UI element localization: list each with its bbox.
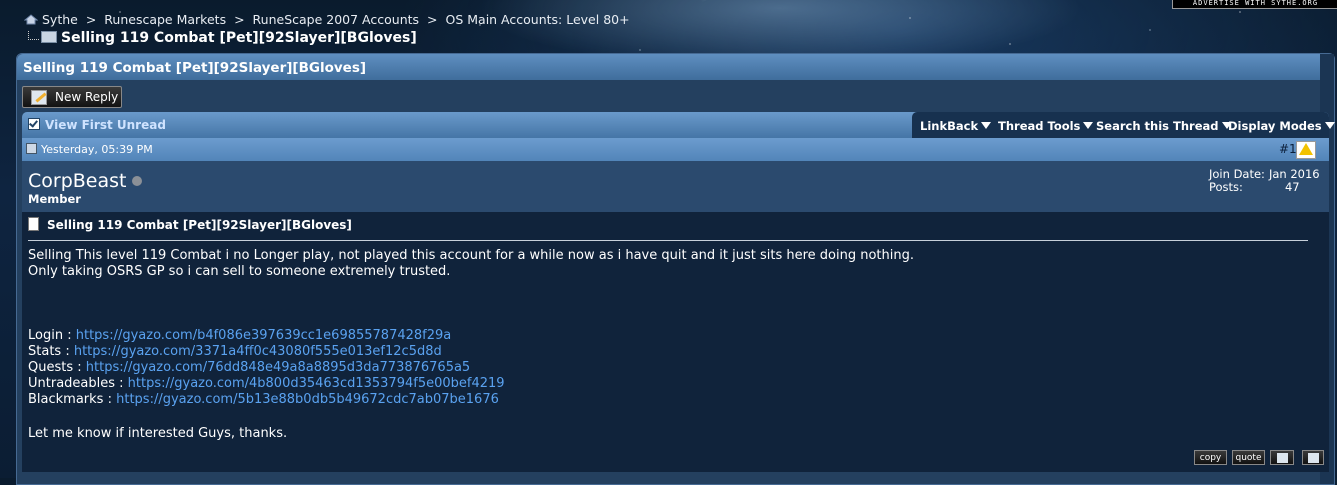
multiquote-button[interactable] [1270,450,1294,465]
link-label: Stats : [28,344,70,359]
advertise-banner[interactable]: ADVERTISE WITH SYTHE.ORG [1172,0,1337,9]
link-row-login: Login : https://gyazo.com/b4f086e397639c… [28,328,1308,344]
link-label: Blackmarks : [28,392,112,407]
dropdown-arrow-icon [1083,122,1094,129]
user-info-bar: CorpBeast Member Join Date: Jan 2016 Post… [22,161,1329,212]
new-reply-button[interactable]: New Reply [22,86,122,108]
new-reply-label: New Reply [55,90,119,104]
breadcrumb-separator: > [427,12,438,27]
linkback-label: LinkBack [920,119,979,133]
post-content: Selling This level 119 Combat i no Longe… [28,248,1308,442]
blackmarks-link[interactable]: https://gyazo.com/5b13e88b0db5b49672cdc7… [116,392,499,407]
home-icon[interactable] [23,13,39,25]
post-body: Selling 119 Combat [Pet][92Slayer][BGlov… [22,212,1329,472]
post-date: Yesterday, 05:39 PM [26,143,153,156]
posts-label: Posts: [1209,180,1243,194]
breadcrumb-runescape-markets[interactable]: Runescape Markets [104,12,226,27]
untradeables-link[interactable]: https://gyazo.com/4b800d35463cd1353794f5… [128,376,505,391]
thread-title: Selling 119 Combat [Pet][92Slayer][BGlov… [17,54,1334,80]
login-link[interactable]: https://gyazo.com/b4f086e397639cc1e69855… [76,328,452,343]
breadcrumb-runescape-2007-accounts[interactable]: RuneScape 2007 Accounts [253,12,420,27]
new-reply-icon [31,90,47,105]
divider [28,240,1308,241]
link-label: Quests : [28,360,82,375]
breadcrumb-current: Selling 119 Combat [Pet][92Slayer][BGlov… [28,30,417,46]
link-row-quests: Quests : https://gyazo.com/76dd848e49a8a… [28,360,1308,376]
quick-reply-button[interactable] [1302,450,1324,465]
post-closing: Let me know if interested Guys, thanks. [28,426,288,441]
post-line-2: Only taking OSRS GP so i can sell to som… [28,264,451,279]
breadcrumb-separator: > [85,12,97,27]
view-first-unread-link[interactable]: View First Unread [28,118,166,132]
view-first-unread-label: View First Unread [45,118,166,132]
dropdown-arrow-icon [1324,122,1335,129]
breadcrumb-os-main-accounts[interactable]: OS Main Accounts: Level 80+ [446,12,630,27]
username-text[interactable]: CorpBeast [28,170,126,192]
post-line-1: Selling This level 119 Combat i no Longe… [28,248,915,263]
user-stats: Join Date: Jan 2016 Posts: 47 [1209,168,1324,194]
folder-icon [41,31,57,43]
username[interactable]: CorpBeast [28,170,143,192]
user-title: Member [28,192,81,206]
thread-tools-label: Thread Tools [998,119,1081,133]
breadcrumb-sythe[interactable]: Sythe [42,12,78,27]
post-icon [26,143,37,154]
multiquote-icon [1276,453,1288,463]
post-date-text: Yesterday, 05:39 PM [41,143,153,156]
link-label: Login : [28,328,72,343]
breadcrumb: Sythe > Runescape Markets > RuneScape 20… [23,12,630,27]
tree-line-icon [28,31,39,40]
post-number-link[interactable]: #1 [1279,142,1297,156]
posts-value: 47 [1284,180,1300,194]
offline-status-icon [132,176,143,186]
link-row-untradeables: Untradeables : https://gyazo.com/4b800d3… [28,376,1308,392]
display-modes-menu[interactable]: Display Modes [1228,119,1335,133]
link-row-blackmarks: Blackmarks : https://gyazo.com/5b13e88b0… [28,392,1308,408]
breadcrumb-separator: > [234,12,245,27]
thread-toolbar: View First Unread LinkBack Thread Tools … [22,112,1335,138]
document-icon [28,217,39,231]
post-title: Selling 119 Combat [Pet][92Slayer][BGlov… [28,217,352,232]
linkback-menu[interactable]: LinkBack [920,119,992,133]
breadcrumb-current-title: Selling 119 Combat [Pet][92Slayer][BGlov… [61,30,417,46]
quick-reply-icon [1307,453,1319,463]
display-modes-label: Display Modes [1228,119,1322,133]
link-row-stats: Stats : https://gyazo.com/3371a4ff0c4308… [28,344,1308,360]
quote-button[interactable]: quote [1232,450,1265,465]
search-thread-label: Search this Thread [1096,119,1219,133]
thread-tools-menu[interactable]: Thread Tools [998,119,1094,133]
post-date-bar: Yesterday, 05:39 PM #1 [22,138,1329,161]
link-label: Untradeables : [28,376,124,391]
search-thread-menu[interactable]: Search this Thread [1096,119,1232,133]
copy-button[interactable]: copy [1194,450,1227,465]
post-title-text: Selling 119 Combat [Pet][92Slayer][BGlov… [47,218,352,232]
dropdown-arrow-icon [981,122,992,129]
stats-link[interactable]: https://gyazo.com/3371a4ff0c43080f555e01… [74,344,442,359]
warning-icon [1299,143,1313,155]
report-post-button[interactable] [1296,141,1316,159]
quests-link[interactable]: https://gyazo.com/76dd848e49a8a8895d3da7… [86,360,470,375]
thread-tools-bar: LinkBack Thread Tools Search this Thread… [912,112,1335,138]
checkbox-icon [28,118,40,130]
